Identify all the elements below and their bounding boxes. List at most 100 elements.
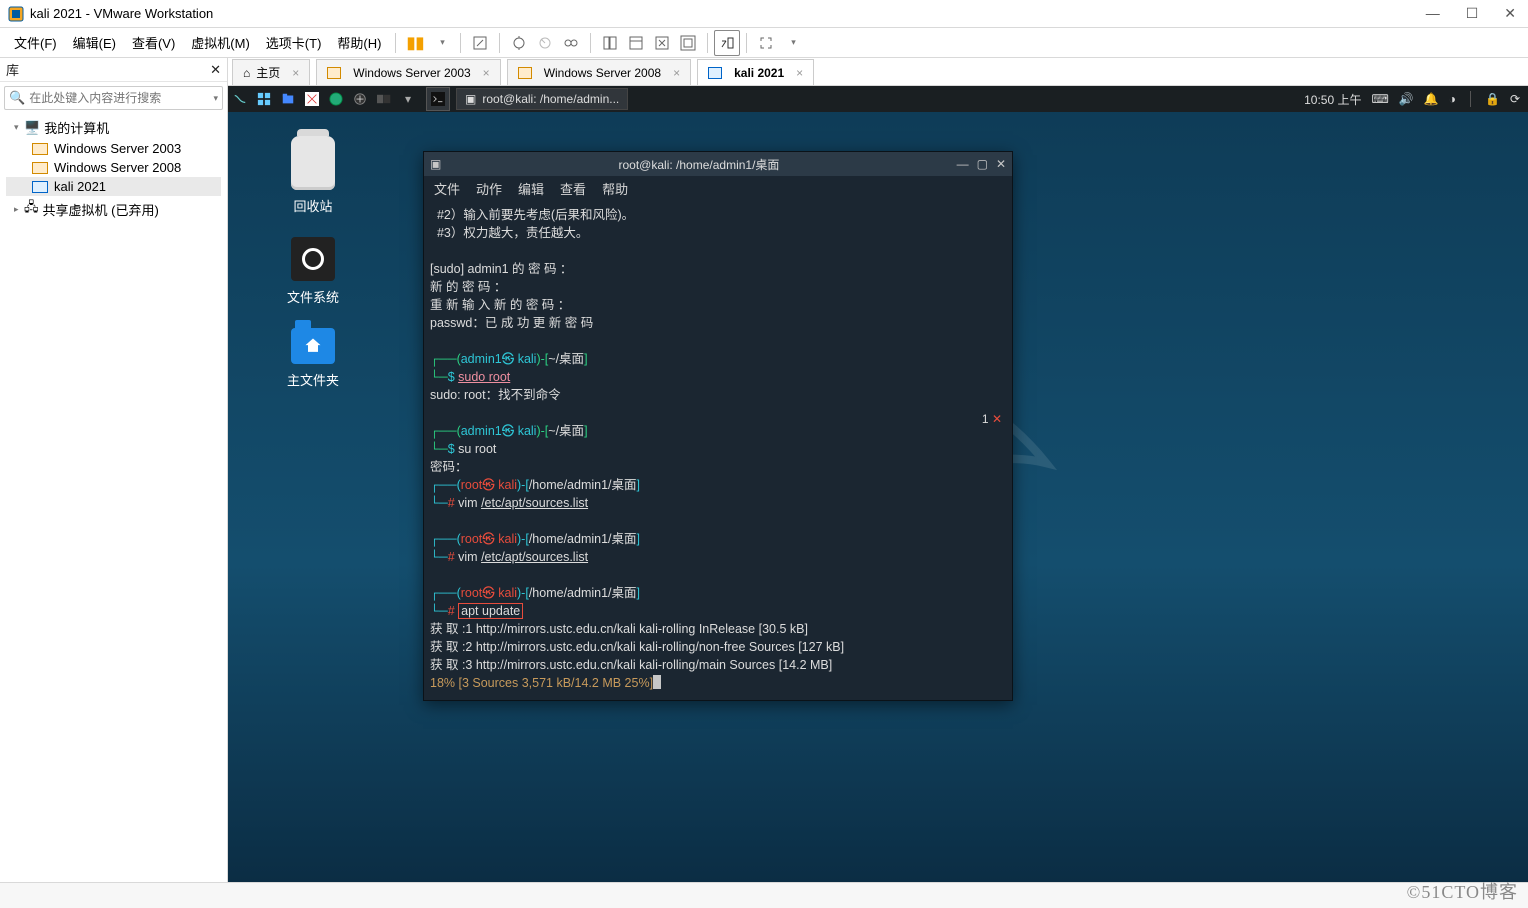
- menu-view[interactable]: 查看(V): [124, 29, 183, 56]
- term-menu-edit[interactable]: 编辑: [518, 179, 544, 198]
- tab-close-icon[interactable]: ×: [483, 66, 490, 80]
- cycle-fullscreen-button[interactable]: [753, 30, 779, 56]
- home-icon: ⌂: [243, 66, 250, 80]
- shared-icon: 🖧: [24, 198, 39, 220]
- expander-icon: ▾: [14, 122, 24, 133]
- minimize-button[interactable]: —: [1426, 5, 1440, 22]
- taskbar-terminal-button[interactable]: ▣ root@kali: /home/admin...: [456, 88, 628, 110]
- term-menu-file[interactable]: 文件: [434, 179, 460, 198]
- view-single-button[interactable]: [597, 30, 623, 56]
- send-ctrlaltdel-button[interactable]: [467, 30, 493, 56]
- term-dir: /home/admin1/桌面: [529, 532, 637, 546]
- tree-root-my-computer[interactable]: ▾ 🖥️ 我的计算机: [6, 116, 221, 139]
- terminal-close-button[interactable]: ✕: [996, 157, 1006, 171]
- tree-vm-kali[interactable]: kali 2021: [6, 177, 221, 196]
- vm-icon: [327, 67, 341, 79]
- taskbar-terminal-icon[interactable]: [426, 87, 450, 111]
- view-stretch-button[interactable]: [649, 30, 675, 56]
- snapshot-take-button[interactable]: [506, 30, 532, 56]
- keyboard-icon[interactable]: ⌨: [1372, 92, 1389, 106]
- view-fullscreen-button[interactable]: [675, 30, 701, 56]
- term-line: 新 的 密 码 ：: [430, 280, 506, 294]
- menu-file[interactable]: 文件(F): [6, 29, 65, 56]
- tree-shared-vms[interactable]: ▸ 🖧 共享虚拟机 (已弃用): [6, 196, 221, 222]
- desktop-home[interactable]: 主文件夹: [268, 328, 358, 389]
- term-menu-help[interactable]: 帮助: [602, 179, 628, 198]
- terminal-output[interactable]: #2）输入前要先考虑(后果和风险)。 #3）权力越大，责任越大。 [sudo] …: [424, 200, 1012, 700]
- menu-vm[interactable]: 虚拟机(M): [183, 29, 258, 56]
- library-search[interactable]: 🔍 ▾: [4, 86, 223, 110]
- terminal-titlebar[interactable]: ▣ root@kali: /home/admin1/桌面 — ▢ ✕: [424, 152, 1012, 176]
- maximize-button[interactable]: ☐: [1466, 5, 1479, 22]
- library-close-button[interactable]: ✕: [210, 62, 221, 78]
- desktop-filesystem-label: 文件系统: [268, 287, 358, 306]
- vm-icon: [518, 67, 532, 79]
- library-search-input[interactable]: [29, 91, 211, 105]
- vmware-logo-icon: [8, 6, 24, 22]
- menu-help[interactable]: 帮助(H): [329, 29, 389, 56]
- browser-icon[interactable]: [324, 87, 348, 111]
- power-icon[interactable]: ⟳: [1510, 92, 1520, 106]
- terminal-minimize-button[interactable]: —: [957, 157, 969, 171]
- tree-vm-ws2008[interactable]: Windows Server 2008: [6, 158, 221, 177]
- updates-icon[interactable]: ◑: [1449, 92, 1456, 106]
- term-line: 获 取 :1 http://mirrors.ustc.edu.cn/kali k…: [430, 622, 808, 636]
- fullscreen-dropdown[interactable]: ▾: [779, 30, 805, 56]
- tab-close-icon[interactable]: ×: [292, 66, 299, 80]
- files-icon[interactable]: [276, 87, 300, 111]
- tree-root-label: 我的计算机: [44, 118, 109, 137]
- show-desktop-icon[interactable]: [252, 87, 276, 111]
- view-console-button[interactable]: [623, 30, 649, 56]
- clock-label[interactable]: 10:50 上午: [1304, 91, 1361, 108]
- term-line: sudo: root：找不到命令: [430, 388, 561, 402]
- launcher1-icon[interactable]: [300, 87, 324, 111]
- search-icon: 🔍: [9, 90, 25, 106]
- tab-home[interactable]: ⌂ 主页 ×: [232, 59, 310, 85]
- taskbar-button-label: root@kali: /home/admin...: [482, 92, 619, 106]
- library-pane: 库 ✕ 🔍 ▾ ▾ 🖥️ 我的计算机 Windows Server 2003 W…: [0, 58, 228, 882]
- term-cmd-highlighted: apt update: [461, 604, 520, 618]
- enter-unity-button[interactable]: [714, 30, 740, 56]
- tree-shared-label: 共享虚拟机 (已弃用): [43, 200, 159, 219]
- tab-ws2003[interactable]: Windows Server 2003 ×: [316, 59, 500, 85]
- term-user: root㉿ kali: [461, 478, 517, 492]
- term-dir: /home/admin1/桌面: [529, 586, 637, 600]
- menu-edit[interactable]: 编辑(E): [65, 29, 124, 56]
- tab-ws2008[interactable]: Windows Server 2008×: [507, 59, 691, 85]
- filesystem-icon: [291, 237, 335, 281]
- terminal-maximize-button[interactable]: ▢: [977, 157, 988, 171]
- tree-vm-label: Windows Server 2008: [54, 160, 181, 175]
- vm-guest-screen[interactable]: ▾ ▣ root@kali: /home/admin... 10:50 上午 ⌨…: [228, 86, 1528, 882]
- snapshot-manage-button[interactable]: [558, 30, 584, 56]
- term-path: /etc/apt/sources.list: [481, 496, 588, 510]
- term-menu-view[interactable]: 查看: [560, 179, 586, 198]
- snapshot-revert-button[interactable]: [532, 30, 558, 56]
- desktop-filesystem[interactable]: 文件系统: [268, 237, 358, 306]
- lock-icon[interactable]: 🔒: [1485, 92, 1500, 106]
- terminal-app-icon: ▣: [430, 157, 441, 171]
- workspace-icon[interactable]: [372, 87, 396, 111]
- trash-icon: [291, 136, 335, 190]
- power-dropdown[interactable]: ▾: [428, 30, 454, 56]
- search-dropdown-icon[interactable]: ▾: [213, 93, 218, 104]
- tab-label: Windows Server 2003: [353, 66, 470, 80]
- tab-kali[interactable]: kali 2021×: [697, 59, 814, 85]
- desktop-trash[interactable]: 回收站: [268, 136, 358, 215]
- menu-tabs[interactable]: 选项卡(T): [258, 29, 330, 56]
- volume-icon[interactable]: 🔊: [1399, 92, 1414, 106]
- tree-vm-ws2003[interactable]: Windows Server 2003: [6, 139, 221, 158]
- tab-home-label: 主页: [256, 64, 280, 81]
- tab-close-icon[interactable]: ×: [796, 66, 803, 80]
- terminal-menubar: 文件 动作 编辑 查看 帮助: [424, 176, 1012, 200]
- kali-menu-icon[interactable]: [228, 87, 252, 111]
- terminal-window[interactable]: ▣ root@kali: /home/admin1/桌面 — ▢ ✕ 文件 动作…: [423, 151, 1013, 701]
- launcher3-icon[interactable]: [348, 87, 372, 111]
- pause-button[interactable]: ▮▮: [402, 30, 428, 56]
- panel-dropdown-icon[interactable]: ▾: [396, 87, 420, 111]
- notifications-icon[interactable]: 🔔: [1424, 92, 1439, 106]
- term-menu-actions[interactable]: 动作: [476, 179, 502, 198]
- library-header: 库: [6, 60, 19, 79]
- tab-close-icon[interactable]: ×: [673, 66, 680, 80]
- term-user: root㉿ kali: [461, 586, 517, 600]
- close-button[interactable]: ✕: [1504, 5, 1516, 22]
